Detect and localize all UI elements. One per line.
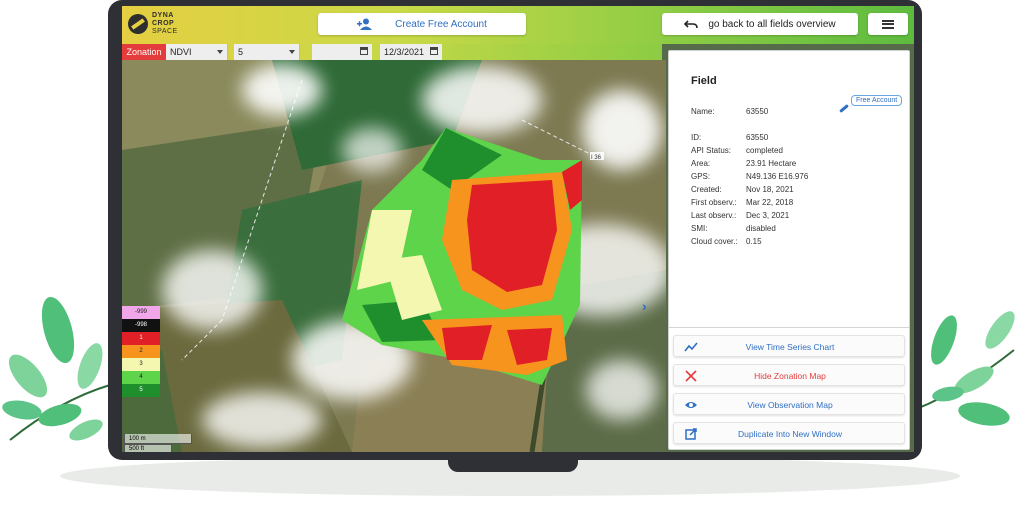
chevron-down-icon <box>217 50 223 54</box>
scale-bar-meters: 100 m <box>124 434 192 444</box>
zonation-legend: -999 -998 1 2 3 4 5 <box>122 306 160 397</box>
create-account-button[interactable]: Create Free Account <box>318 13 526 35</box>
left-leaves-decoration <box>2 296 111 441</box>
zones-select-value: 5 <box>238 47 244 57</box>
legend-item: 3 <box>122 358 160 371</box>
panel-divider <box>669 327 909 328</box>
view-observation-button[interactable]: View Observation Map <box>673 393 905 415</box>
dynacrop-logo[interactable]: DYNA CROP SPACE <box>128 11 208 41</box>
calendar-icon[interactable] <box>360 47 368 55</box>
menu-button[interactable] <box>868 13 908 35</box>
zonation-label: Zonation <box>122 44 166 60</box>
zones-select[interactable]: 5 <box>234 44 300 60</box>
undo-arrow-icon <box>684 20 699 29</box>
field-info-panel: Field Free Account Name: 63550 ID: 63550… <box>668 50 910 450</box>
date-from-input[interactable] <box>312 44 372 60</box>
legend-item: 1 <box>122 332 160 345</box>
app-screen: DYNA CROP SPACE Create Free Account go b… <box>122 6 914 452</box>
right-leaves-decoration <box>914 311 1015 426</box>
chevron-down-icon <box>289 50 295 54</box>
free-account-badge: Free Account <box>851 95 903 106</box>
map-imagery: I 36 <box>122 60 666 452</box>
hide-zonation-label: Hide Zonation Map <box>754 371 826 381</box>
legend-item: -999 <box>122 306 160 319</box>
legend-item: 5 <box>122 384 160 397</box>
date-to-input[interactable]: 12/3/2021 <box>380 44 442 60</box>
monitor-stand <box>448 458 578 472</box>
legend-item: 2 <box>122 345 160 358</box>
legend-item: 4 <box>122 371 160 384</box>
hamburger-icon <box>882 19 894 29</box>
chevron-right-icon[interactable]: › <box>642 298 647 314</box>
logo-icon <box>128 14 148 34</box>
index-select-value: NDVI <box>170 47 192 57</box>
road-label: I 36 <box>591 155 602 161</box>
index-select[interactable]: NDVI <box>166 44 228 60</box>
panel-title: Field <box>691 75 717 87</box>
scale-bar-feet: 500 ft <box>124 444 172 452</box>
back-to-fields-label: go back to all fields overview <box>708 18 836 30</box>
date-to-value: 12/3/2021 <box>384 47 425 57</box>
add-user-icon <box>357 18 373 30</box>
edit-pencil-icon[interactable] <box>839 104 849 113</box>
calendar-icon[interactable] <box>430 47 438 55</box>
satellite-map[interactable]: I 36 › <box>122 60 666 452</box>
view-observation-label: View Observation Map <box>747 400 833 410</box>
logo-text: DYNA CROP SPACE <box>152 12 178 35</box>
duplicate-window-label: Duplicate Into New Window <box>738 429 842 439</box>
hide-zonation-button[interactable]: Hide Zonation Map <box>673 364 905 386</box>
view-time-series-label: View Time Series Chart <box>745 342 835 352</box>
view-time-series-button[interactable]: View Time Series Chart <box>673 335 905 357</box>
back-to-fields-button[interactable]: go back to all fields overview <box>662 13 858 35</box>
legend-item: -998 <box>122 319 160 332</box>
top-bar: DYNA CROP SPACE Create Free Account go b… <box>122 6 914 44</box>
create-account-label: Create Free Account <box>395 18 487 30</box>
duplicate-window-button[interactable]: Duplicate Into New Window <box>673 422 905 444</box>
